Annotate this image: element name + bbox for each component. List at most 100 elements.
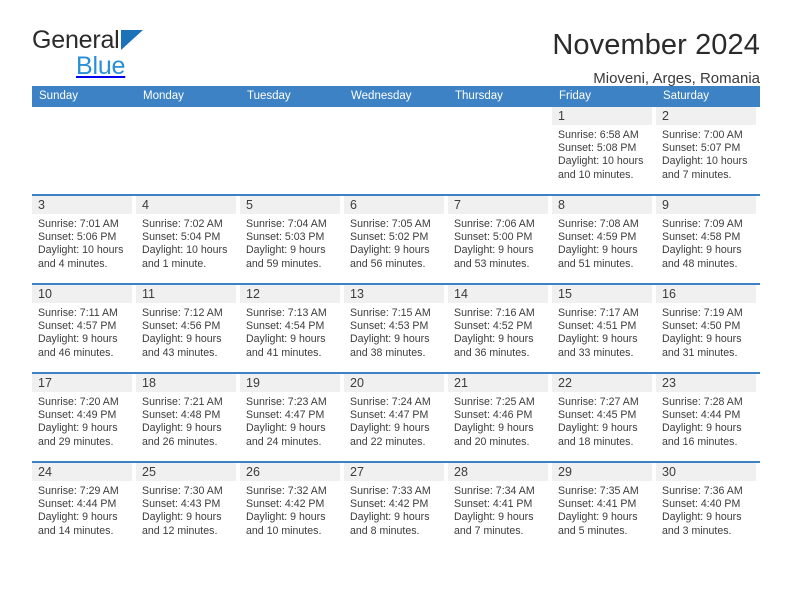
day-cell-29[interactable]: 29 Sunrise: 7:35 AM Sunset: 4:41 PM Dayligh… — [552, 463, 656, 550]
day-cell-9[interactable]: 9 Sunrise: 7:09 AM Sunset: 4:58 PM Daylight… — [656, 196, 760, 283]
day-cell-1[interactable]: 1 Sunrise: 6:58 AM Sunset: 5:08 PM Daylight… — [552, 107, 656, 194]
day-cell-13[interactable]: 13 Sunrise: 7:15 AM Sunset: 4:53 PM Dayligh… — [344, 285, 448, 372]
general-blue-logo[interactable]: General Blue — [32, 28, 143, 79]
weekday-header-saturday: Saturday — [663, 90, 710, 102]
day-cell-2[interactable]: 2 Sunrise: 7:00 AM Sunset: 5:07 PM Daylight… — [656, 107, 760, 194]
day-detail-line: Daylight: 9 hours — [558, 422, 638, 435]
weekday-header-row: Sunday Monday Tuesday Wednesday Thursday Frid… — [32, 86, 760, 107]
day-cell-inner: 23 Sunrise: 7:28 AM Sunset: 4:44 PM Dayligh… — [656, 374, 756, 461]
day-cell-empty — [344, 107, 448, 194]
weekday-header-sunday: Sunday — [39, 90, 79, 102]
day-detail-line: Daylight: 9 hours — [662, 511, 742, 524]
day-detail-line: Sunset: 5:04 PM — [142, 231, 221, 244]
day-detail-line: Daylight: 10 hours — [558, 155, 644, 168]
day-cell-14[interactable]: 14 Sunrise: 7:16 AM Sunset: 4:52 PM Dayligh… — [448, 285, 552, 372]
day-cell-10[interactable]: 10 Sunrise: 7:11 AM Sunset: 4:57 PM Dayligh… — [32, 285, 136, 372]
day-detail-line: Sunrise: 7:30 AM — [142, 485, 223, 497]
day-cell-26[interactable]: 26 Sunrise: 7:32 AM Sunset: 4:42 PM Dayligh… — [240, 463, 344, 550]
day-detail-line: and 59 minutes. — [246, 257, 322, 270]
day-cell-4[interactable]: 4 Sunrise: 7:02 AM Sunset: 5:04 PM Daylight… — [136, 196, 240, 283]
day-number: 3 — [32, 196, 132, 214]
day-cell-inner: 24 Sunrise: 7:29 AM Sunset: 4:44 PM Dayligh… — [32, 463, 132, 550]
day-detail-line: Sunrise: 7:25 AM — [454, 396, 535, 408]
day-detail-line: Sunset: 4:45 PM — [558, 409, 637, 422]
day-cell-25[interactable]: 25 Sunrise: 7:30 AM Sunset: 4:43 PM Dayligh… — [136, 463, 240, 550]
day-cell-inner: 11 Sunrise: 7:12 AM Sunset: 4:56 PM Dayligh… — [136, 285, 236, 372]
day-cell-21[interactable]: 21 Sunrise: 7:25 AM Sunset: 4:46 PM Dayligh… — [448, 374, 552, 461]
day-detail-line: Sunrise: 7:04 AM — [246, 218, 327, 230]
day-cell-inner: 18 Sunrise: 7:21 AM Sunset: 4:48 PM Dayligh… — [136, 374, 236, 461]
day-cell-19[interactable]: 19 Sunrise: 7:23 AM Sunset: 4:47 PM Dayligh… — [240, 374, 344, 461]
day-detail-line: and 22 minutes. — [350, 435, 426, 448]
day-cell-inner: 17 Sunrise: 7:20 AM Sunset: 4:49 PM Dayligh… — [32, 374, 132, 461]
day-detail-lines — [344, 125, 444, 129]
day-detail-lines: Sunrise: 7:15 AM Sunset: 4:53 PM Daylight:… — [344, 303, 444, 360]
day-number: 13 — [344, 285, 444, 303]
day-detail-lines: Sunrise: 7:06 AM Sunset: 5:00 PM Daylight:… — [448, 214, 548, 271]
day-cell-16[interactable]: 16 Sunrise: 7:19 AM Sunset: 4:50 PM Dayligh… — [656, 285, 760, 372]
day-detail-line: Sunset: 4:42 PM — [350, 498, 429, 511]
day-detail-line: Daylight: 9 hours — [246, 422, 326, 435]
day-detail-line: and 4 minutes. — [38, 257, 108, 270]
day-cell-8[interactable]: 8 Sunrise: 7:08 AM Sunset: 4:59 PM Daylight… — [552, 196, 656, 283]
day-detail-line: Sunrise: 7:01 AM — [38, 218, 119, 230]
day-number: 14 — [448, 285, 548, 303]
day-cell-3[interactable]: 3 Sunrise: 7:01 AM Sunset: 5:06 PM Daylight… — [32, 196, 136, 283]
day-detail-line: Sunset: 5:03 PM — [246, 231, 325, 244]
day-detail-line: Sunset: 4:44 PM — [38, 498, 117, 511]
calendar-grid: Sunday Monday Tuesday Wednesday Thursday Frid… — [32, 86, 760, 550]
day-detail-line: Daylight: 10 hours — [662, 155, 748, 168]
day-detail-lines — [240, 125, 340, 129]
day-detail-line: Sunrise: 7:16 AM — [454, 307, 535, 319]
day-cell-18[interactable]: 18 Sunrise: 7:21 AM Sunset: 4:48 PM Dayligh… — [136, 374, 240, 461]
day-number: 16 — [656, 285, 756, 303]
day-detail-line: Daylight: 9 hours — [350, 422, 430, 435]
day-cell-24[interactable]: 24 Sunrise: 7:29 AM Sunset: 4:44 PM Dayligh… — [32, 463, 136, 550]
day-detail-line: Daylight: 9 hours — [246, 244, 326, 257]
day-cell-12[interactable]: 12 Sunrise: 7:13 AM Sunset: 4:54 PM Dayligh… — [240, 285, 344, 372]
day-number: 5 — [240, 196, 340, 214]
day-number: 18 — [136, 374, 236, 392]
day-cell-15[interactable]: 15 Sunrise: 7:17 AM Sunset: 4:51 PM Dayligh… — [552, 285, 656, 372]
day-cell-17[interactable]: 17 Sunrise: 7:20 AM Sunset: 4:49 PM Dayligh… — [32, 374, 136, 461]
brand-text-general: General — [32, 26, 120, 54]
day-cell-30[interactable]: 30 Sunrise: 7:36 AM Sunset: 4:40 PM Dayligh… — [656, 463, 760, 550]
day-cell-empty — [32, 107, 136, 194]
day-number — [240, 107, 340, 125]
day-cell-inner: 7 Sunrise: 7:06 AM Sunset: 5:00 PM Daylight… — [448, 196, 548, 283]
day-cell-5[interactable]: 5 Sunrise: 7:04 AM Sunset: 5:03 PM Daylight… — [240, 196, 344, 283]
day-detail-line: Daylight: 9 hours — [350, 333, 430, 346]
day-cell-inner: 30 Sunrise: 7:36 AM Sunset: 4:40 PM Dayligh… — [656, 463, 756, 550]
day-cell-inner: 2 Sunrise: 7:00 AM Sunset: 5:07 PM Daylight… — [656, 107, 756, 194]
day-cell-7[interactable]: 7 Sunrise: 7:06 AM Sunset: 5:00 PM Daylight… — [448, 196, 552, 283]
day-cell-22[interactable]: 22 Sunrise: 7:27 AM Sunset: 4:45 PM Dayligh… — [552, 374, 656, 461]
day-cell-23[interactable]: 23 Sunrise: 7:28 AM Sunset: 4:44 PM Dayligh… — [656, 374, 760, 461]
day-number — [448, 107, 548, 125]
day-detail-line: Sunset: 4:44 PM — [662, 409, 741, 422]
day-detail-line: Sunset: 4:41 PM — [558, 498, 637, 511]
day-number: 26 — [240, 463, 340, 481]
day-detail-line: Sunrise: 7:19 AM — [662, 307, 743, 319]
day-cell-6[interactable]: 6 Sunrise: 7:05 AM Sunset: 5:02 PM Daylight… — [344, 196, 448, 283]
day-detail-line: Sunrise: 7:23 AM — [246, 396, 327, 408]
day-detail-line: Sunrise: 7:35 AM — [558, 485, 639, 497]
day-detail-lines: Sunrise: 7:16 AM Sunset: 4:52 PM Daylight:… — [448, 303, 548, 360]
day-detail-line: Sunrise: 7:36 AM — [662, 485, 743, 497]
day-detail-line: Daylight: 9 hours — [558, 244, 638, 257]
day-detail-line: Sunrise: 7:27 AM — [558, 396, 639, 408]
day-detail-lines: Sunrise: 7:00 AM Sunset: 5:07 PM Daylight:… — [656, 125, 756, 182]
day-detail-line: Daylight: 9 hours — [142, 511, 222, 524]
page-header: General Blue November 2024 Mioveni, Arge… — [32, 0, 760, 87]
day-detail-line: and 38 minutes. — [350, 346, 426, 359]
day-detail-line: Sunset: 4:40 PM — [662, 498, 741, 511]
day-cell-inner — [344, 107, 444, 194]
day-cell-20[interactable]: 20 Sunrise: 7:24 AM Sunset: 4:47 PM Dayligh… — [344, 374, 448, 461]
day-detail-line: Sunset: 4:48 PM — [142, 409, 221, 422]
day-cell-11[interactable]: 11 Sunrise: 7:12 AM Sunset: 4:56 PM Dayligh… — [136, 285, 240, 372]
day-cell-27[interactable]: 27 Sunrise: 7:33 AM Sunset: 4:42 PM Dayligh… — [344, 463, 448, 550]
day-detail-line: Sunrise: 7:28 AM — [662, 396, 743, 408]
calendar-week-row: 1 Sunrise: 6:58 AM Sunset: 5:08 PM Daylight… — [32, 107, 760, 194]
day-detail-lines: Sunrise: 7:13 AM Sunset: 4:54 PM Daylight:… — [240, 303, 340, 360]
day-cell-28[interactable]: 28 Sunrise: 7:34 AM Sunset: 4:41 PM Dayligh… — [448, 463, 552, 550]
day-detail-line: Sunrise: 7:13 AM — [246, 307, 327, 319]
